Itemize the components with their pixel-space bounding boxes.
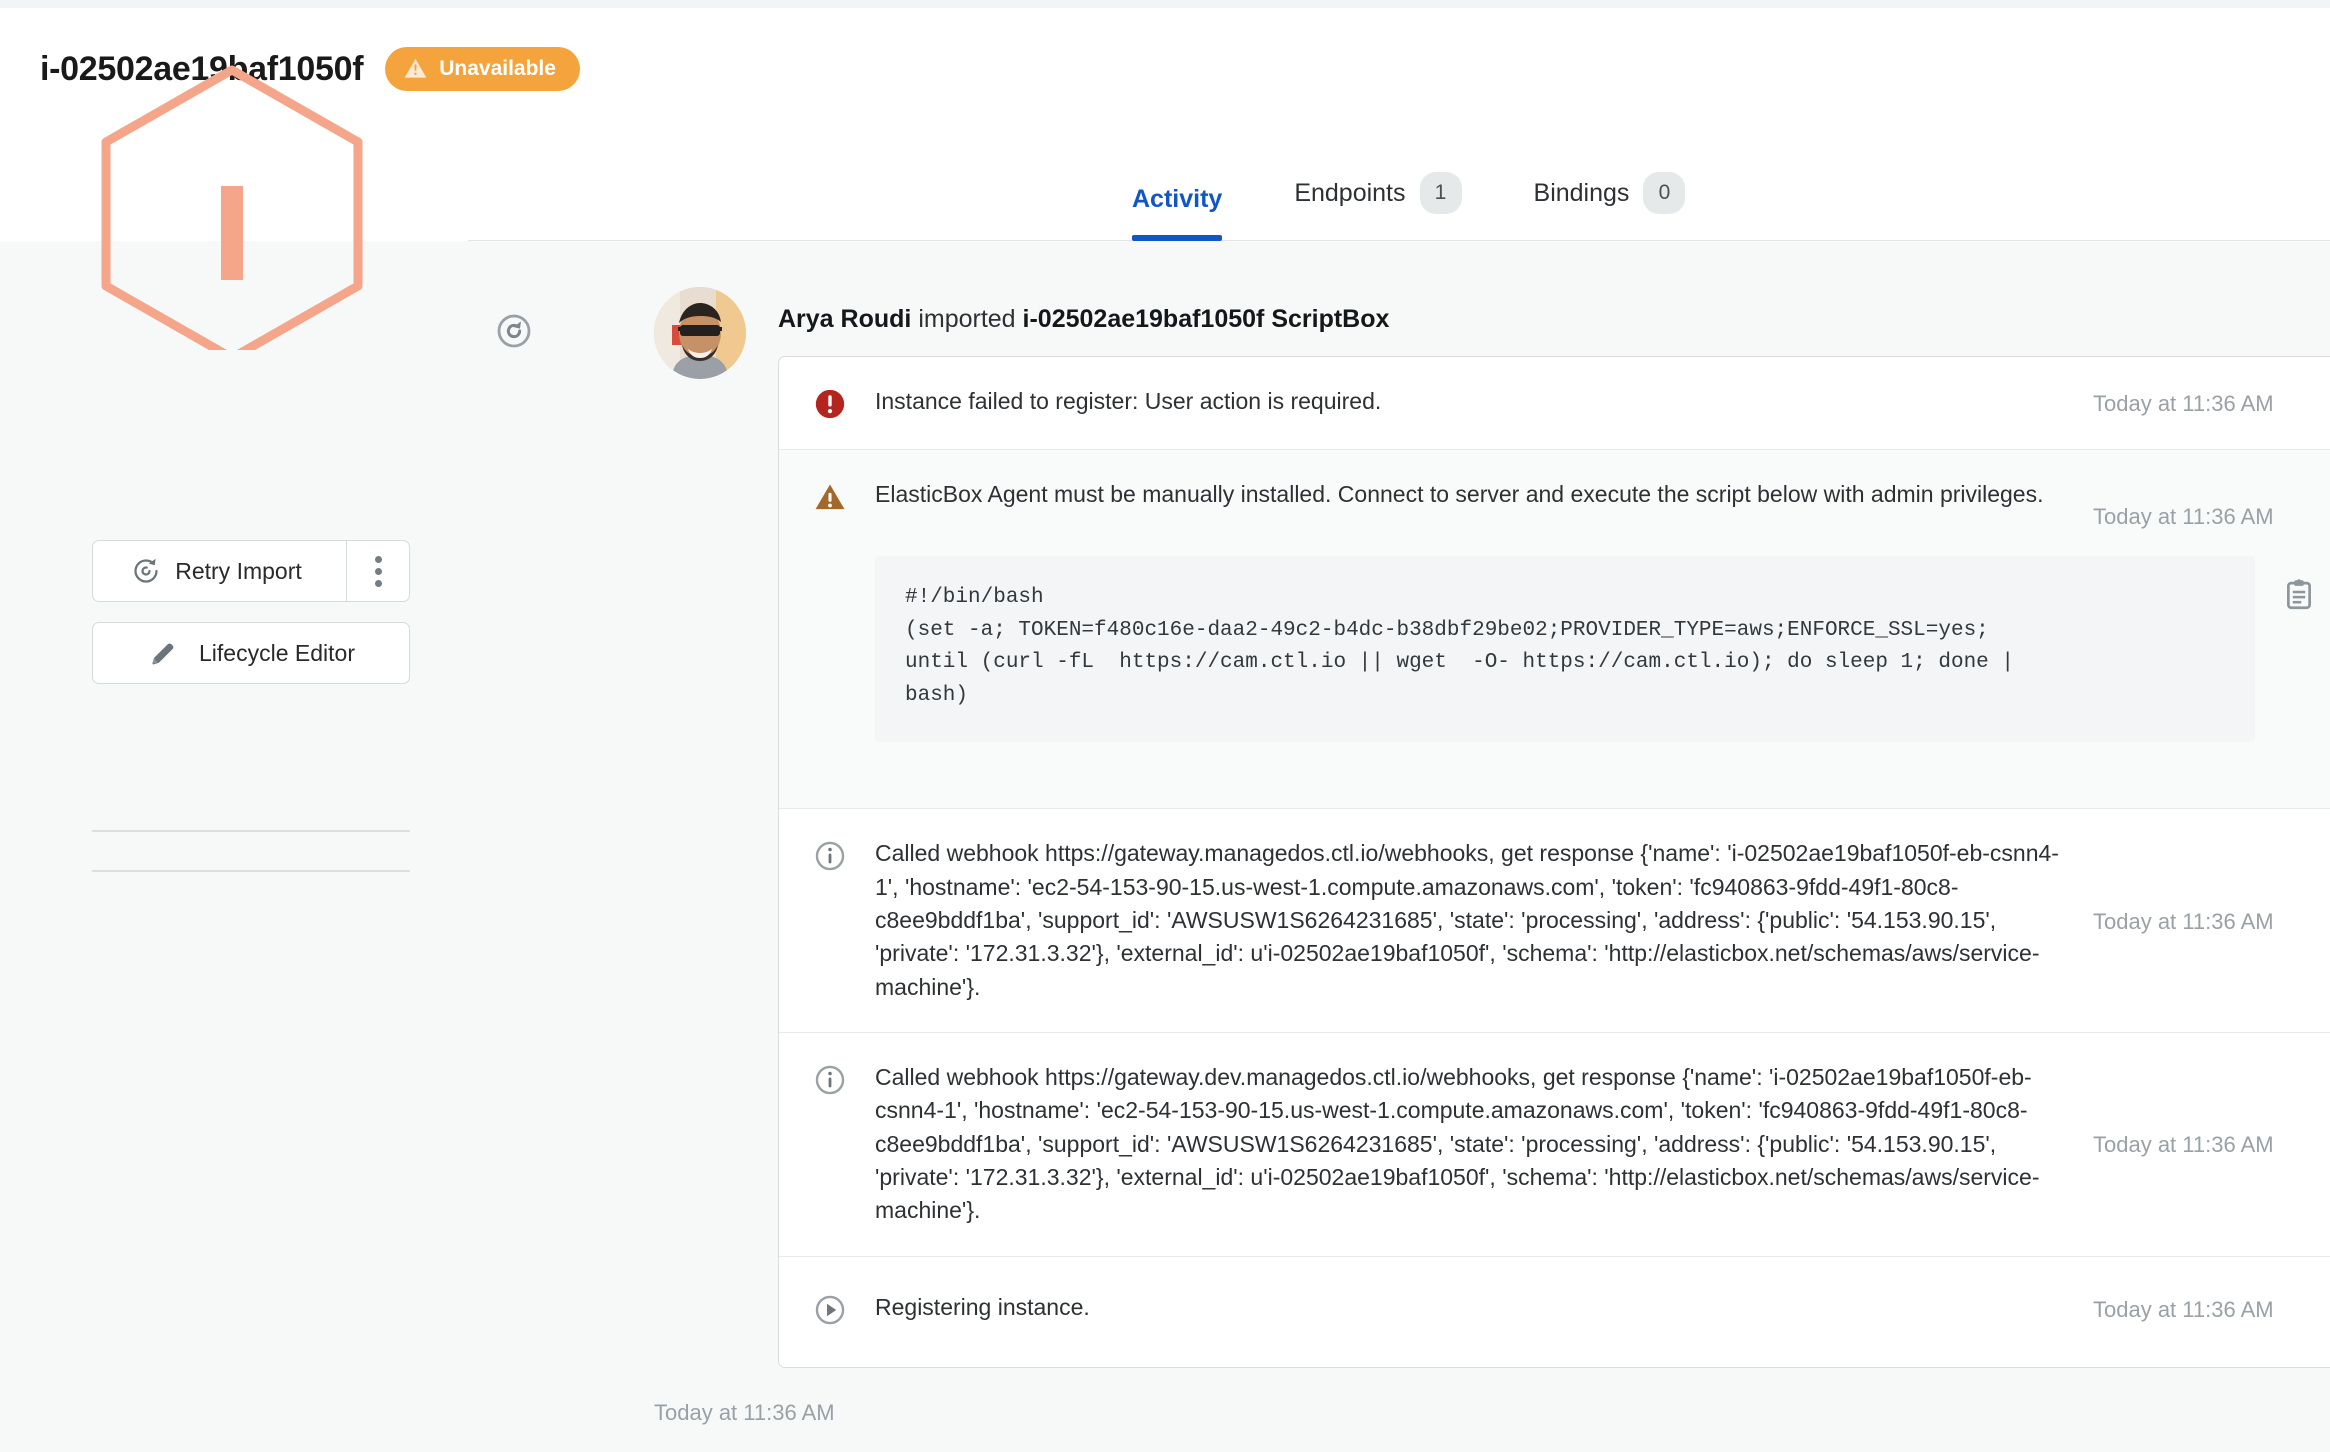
refresh-circle-icon — [131, 556, 161, 586]
activity-heading: Arya Roudi imported i-02502ae19baf1050f … — [778, 305, 2330, 334]
error-circle-icon — [813, 385, 875, 421]
status-badge-label: Unavailable — [439, 56, 556, 80]
retry-import-label: Retry Import — [175, 557, 302, 584]
tab-endpoints-label: Endpoints — [1294, 178, 1406, 207]
instance-detail-page: i-02502ae19baf1050f Unavailable Retry Im… — [0, 0, 2330, 1452]
activity-entry-text: Called webhook https://gateway.managedos… — [875, 840, 2059, 1000]
play-circle-icon — [813, 1291, 875, 1327]
activity-entry: Called webhook https://gateway.managedos… — [779, 809, 2330, 1033]
sidebar-actions: Retry Import Lifecycle Editor — [92, 540, 422, 684]
activity-entry-time: Today at 11:36 AM — [2093, 504, 2274, 529]
warning-triangle-icon — [403, 56, 428, 81]
activity-entry-time: Today at 11:36 AM — [2093, 1132, 2274, 1158]
activity-entry-time: Today at 11:36 AM — [2093, 391, 2274, 416]
page-header: i-02502ae19baf1050f Unavailable — [0, 8, 2330, 130]
activity-group: Arya Roudi imported i-02502ae19baf1050f … — [468, 287, 2330, 1368]
tab-bindings[interactable]: Bindings 0 — [1534, 172, 1686, 240]
tab-bar: Activity Endpoints 1 Bindings 0 — [468, 130, 2330, 241]
clipboard-copy-icon — [2282, 578, 2316, 612]
pencil-icon — [147, 637, 179, 669]
retry-import-button-group: Retry Import — [92, 540, 410, 602]
body-split: Retry Import Lifecycle Editor Activity E… — [0, 65, 2330, 1452]
retry-import-button[interactable]: Retry Import — [92, 540, 346, 602]
activity-author: Arya Roudi — [778, 305, 912, 333]
tab-bindings-count: 0 — [1643, 172, 1686, 214]
activity-feed: Arya Roudi imported i-02502ae19baf1050f … — [468, 241, 2330, 1426]
activity-entry-text: Instance failed to register: User action… — [875, 388, 1382, 414]
activity-entry-top: ElasticBox Agent must be manually instal… — [875, 478, 2330, 530]
script-block: #!/bin/bash (set -a; TOKEN=f480c16e-daa2… — [875, 556, 2330, 743]
activity-entry-text: ElasticBox Agent must be manually instal… — [875, 481, 2044, 507]
tab-bindings-label: Bindings — [1533, 178, 1630, 207]
activity-entry-content: ElasticBox Agent must be manually instal… — [875, 478, 2330, 743]
install-script[interactable]: #!/bin/bash (set -a; TOKEN=f480c16e-daa2… — [875, 556, 2255, 743]
activity-entry-time: Today at 11:36 AM — [2093, 908, 2274, 934]
window-top-strip — [0, 0, 2330, 8]
activity-card: Instance failed to register: User action… — [778, 356, 2330, 1368]
main-content: Activity Endpoints 1 Bindings 0 Arya Rou… — [468, 130, 2330, 1426]
activity-footer-time: Today at 11:36 AM — [654, 1399, 835, 1425]
tab-activity-label: Activity — [1132, 185, 1223, 213]
activity-gutter — [468, 287, 654, 351]
sidebar: Retry Import Lifecycle Editor — [0, 65, 468, 1452]
activity-entry: Called webhook https://gateway.dev.manag… — [779, 1033, 2330, 1257]
info-circle-icon — [813, 1061, 875, 1097]
activity-entry: ElasticBox Agent must be manually instal… — [779, 450, 2330, 810]
activity-entry-text: Called webhook https://gateway.dev.manag… — [875, 1063, 2040, 1224]
sidebar-divider-1 — [92, 830, 410, 832]
retry-import-kebab-menu[interactable] — [346, 540, 410, 602]
avatar — [654, 287, 746, 379]
lifecycle-editor-label: Lifecycle Editor — [199, 639, 355, 666]
lifecycle-editor-button[interactable]: Lifecycle Editor — [92, 622, 410, 684]
info-circle-icon — [813, 837, 875, 873]
activity-entry-time: Today at 11:36 AM — [2093, 1296, 2274, 1322]
sidebar-background — [0, 241, 468, 1452]
kebab-menu-icon — [374, 555, 382, 587]
tab-endpoints-count: 1 — [1419, 172, 1462, 214]
activity-resource: i-02502ae19baf1050f ScriptBox — [1022, 305, 1390, 333]
tab-endpoints[interactable]: Endpoints 1 — [1294, 172, 1462, 240]
tab-activity[interactable]: Activity — [1132, 185, 1223, 241]
status-badge: Unavailable — [385, 47, 580, 91]
activity-entry-text: Registering instance. — [875, 1293, 1090, 1320]
refresh-circle-icon — [494, 311, 534, 351]
activity-entry: Instance failed to register: User action… — [779, 357, 2330, 450]
copy-script-button[interactable] — [2255, 556, 2330, 612]
activity-entry: Registering instance. Today at 11:36 AM — [779, 1257, 2330, 1367]
title-row: i-02502ae19baf1050f Unavailable — [40, 47, 580, 91]
warning-triangle-icon — [813, 478, 875, 514]
activity-body: Arya Roudi imported i-02502ae19baf1050f … — [778, 287, 2330, 1368]
page-title: i-02502ae19baf1050f — [40, 49, 364, 88]
sidebar-divider-2 — [92, 870, 410, 872]
activity-action: imported — [918, 305, 1016, 333]
